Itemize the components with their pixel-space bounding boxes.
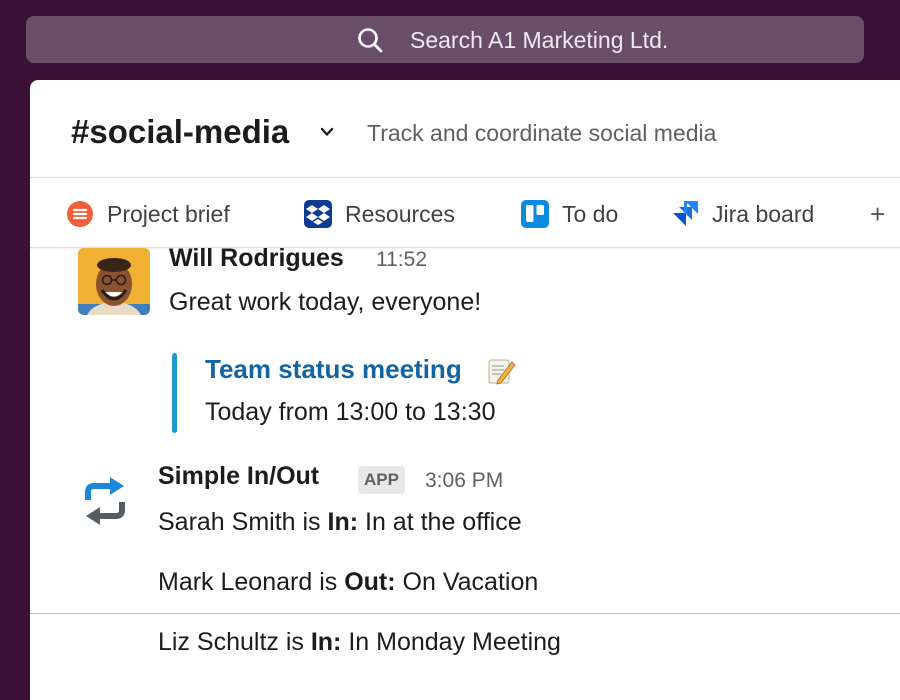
status-detail: In at the office — [358, 508, 522, 536]
workspace-sidebar — [0, 80, 30, 700]
app-badge: APP — [358, 466, 405, 494]
channel-header: #social-media Track and coordinate socia… — [30, 80, 900, 178]
channel-view: #social-media Track and coordinate socia… — [30, 80, 900, 700]
attachment-subtitle: Today from 13:00 to 13:30 — [205, 398, 496, 426]
status-line: Mark Leonard is Out: On Vacation — [158, 568, 538, 597]
sync-app-icon[interactable] — [80, 474, 130, 528]
bookmark-jira-board[interactable]: Jira board — [670, 199, 814, 229]
bookmark-label: Resources — [345, 200, 455, 227]
bookmarks-bar: Project brief Resources To do Jira board… — [30, 179, 900, 248]
jira-icon — [673, 201, 698, 226]
chevron-down-icon[interactable] — [319, 124, 335, 140]
avatar[interactable] — [78, 248, 150, 315]
status-value: In: — [327, 508, 359, 536]
message-timestamp[interactable]: 3:06 PM — [425, 469, 503, 493]
attachment-bar — [172, 353, 177, 433]
message-sender[interactable]: Will Rodrigues — [169, 244, 344, 273]
bookmark-project-brief[interactable]: Project brief — [65, 199, 230, 229]
channel-name[interactable]: #social-media — [71, 113, 289, 151]
add-bookmark-button[interactable]: + — [870, 199, 885, 229]
search-placeholder: Search A1 Marketing Ltd. — [410, 27, 669, 53]
new-messages-divider — [30, 613, 900, 614]
message-list: Will Rodrigues 11:52 Great work today, e… — [30, 244, 900, 700]
message-timestamp[interactable]: 11:52 — [376, 248, 427, 272]
status-value: Out: — [344, 568, 396, 596]
memo-icon — [488, 359, 516, 385]
status-detail: In Monday Meeting — [341, 628, 561, 656]
status-person: Liz Schultz is — [158, 628, 311, 656]
dropbox-icon — [304, 200, 332, 228]
status-line: Sarah Smith is In: In at the office — [158, 508, 522, 537]
channel-topic[interactable]: Track and coordinate social media — [367, 120, 716, 147]
attachment-title-link[interactable]: Team status meeting — [205, 354, 462, 385]
avatar-image — [78, 248, 150, 315]
bookmark-label: Jira board — [712, 200, 815, 227]
search-icon — [358, 28, 383, 53]
status-person: Mark Leonard is — [158, 568, 345, 596]
message-sender[interactable]: Simple In/Out — [158, 462, 319, 491]
status-value: In: — [310, 628, 342, 656]
trello-icon — [521, 200, 549, 228]
bookmark-label: To do — [562, 200, 619, 227]
status-line: Liz Schultz is In: In Monday Meeting — [158, 628, 561, 657]
bookmark-label: Project brief — [107, 200, 230, 227]
status-person: Sarah Smith is — [158, 508, 328, 536]
bookmark-to-do[interactable]: To do — [520, 199, 618, 229]
quip-icon — [67, 201, 93, 227]
bookmark-resources[interactable]: Resources — [303, 199, 455, 229]
search-bar[interactable]: Search A1 Marketing Ltd. — [26, 16, 864, 63]
status-detail: On Vacation — [395, 568, 539, 596]
message-text: Great work today, everyone! — [169, 288, 482, 316]
workspace-topbar: Search A1 Marketing Ltd. — [0, 0, 900, 80]
